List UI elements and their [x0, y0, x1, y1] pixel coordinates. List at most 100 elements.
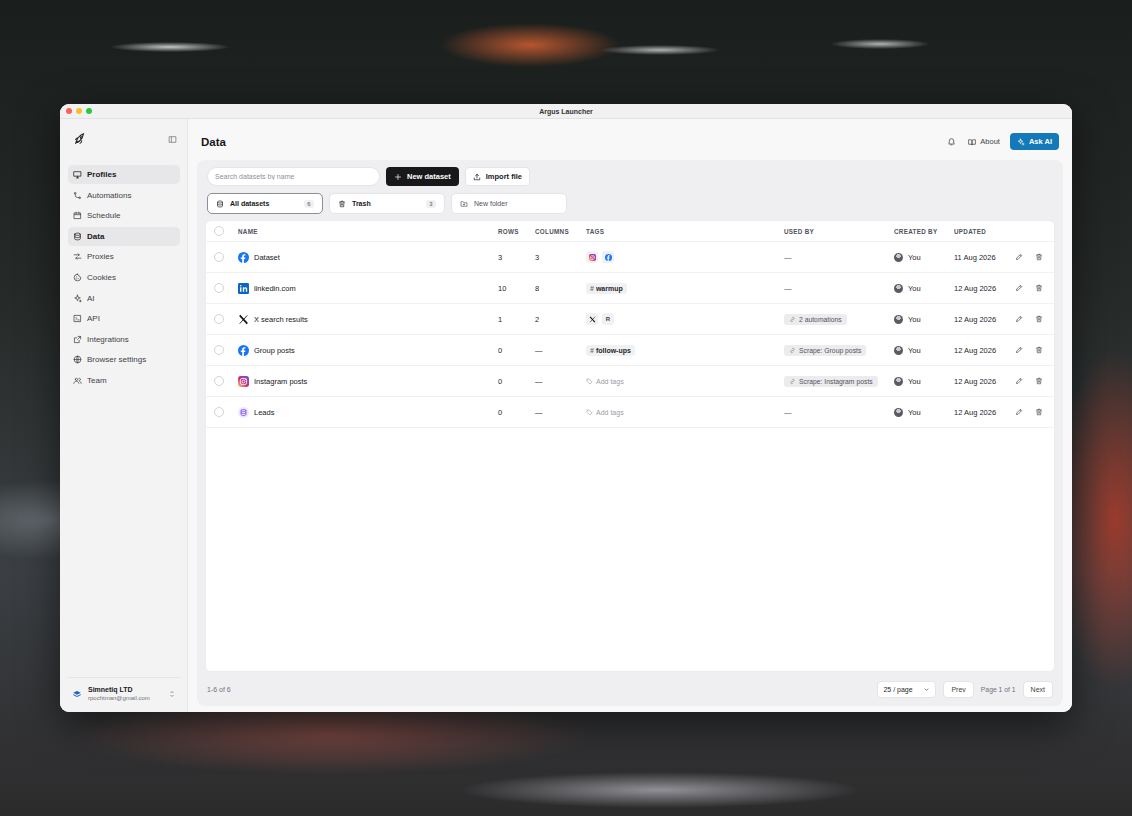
pencil-icon[interactable]	[1015, 377, 1023, 385]
used-by-pill[interactable]: Scrape: Instagram posts	[784, 376, 878, 387]
tag-badge[interactable]	[586, 313, 598, 325]
pencil-icon[interactable]	[1015, 408, 1023, 416]
trash-icon[interactable]	[1035, 408, 1043, 416]
row-checkbox[interactable]	[214, 252, 224, 262]
result-range: 1-6 of 6	[207, 686, 231, 693]
table-row[interactable]: X search results12R2 automationsYou12 Au…	[206, 304, 1054, 335]
account-name: Simnetiq LTD	[88, 686, 150, 694]
sidebar-item[interactable]: Automations	[68, 186, 180, 205]
trash-icon[interactable]	[1035, 284, 1043, 292]
about-button[interactable]: About	[968, 137, 1000, 146]
sidebar-item[interactable]: Browser settings	[68, 350, 180, 369]
sidebar-item[interactable]: AI	[68, 289, 180, 308]
sidebar-item[interactable]: Profiles	[68, 165, 180, 184]
sidebar-item[interactable]: Integrations	[68, 330, 180, 349]
ask-ai-button[interactable]: Ask AI	[1010, 133, 1059, 150]
dataset-name[interactable]: Dataset	[254, 253, 280, 262]
row-checkbox[interactable]	[214, 376, 224, 386]
per-page-select[interactable]: 25 / page	[877, 681, 936, 698]
updated-date: 12 Aug 2026	[947, 315, 1006, 324]
close-button[interactable]	[66, 108, 72, 114]
monitor-icon	[73, 170, 82, 179]
sidebar-collapse-icon[interactable]	[168, 135, 177, 144]
row-checkbox[interactable]	[214, 314, 224, 324]
pencil-icon[interactable]	[1015, 253, 1023, 261]
trash-icon[interactable]	[1035, 377, 1043, 385]
add-tags-button[interactable]: Add tags	[586, 378, 624, 385]
sidebar-item[interactable]: Proxies	[68, 247, 180, 266]
pencil-icon[interactable]	[1015, 346, 1023, 354]
facebook-icon	[238, 252, 249, 263]
new-dataset-button[interactable]: New dataset	[386, 167, 459, 186]
folder-tab[interactable]: All datasets6	[207, 193, 323, 214]
folder-plus-icon	[460, 200, 468, 208]
page-header: DataAboutAsk AI	[201, 133, 1059, 150]
used-by-pill[interactable]: 2 automations	[784, 314, 847, 325]
trash-icon[interactable]	[1035, 315, 1043, 323]
rocket-logo-icon[interactable]	[73, 132, 87, 146]
zoom-button[interactable]	[86, 108, 92, 114]
next-button[interactable]: Next	[1023, 681, 1053, 698]
link-icon	[789, 316, 796, 323]
chevron-up-down-icon	[168, 690, 176, 698]
prev-button[interactable]: Prev	[943, 681, 973, 698]
dataset-name[interactable]: Instagram posts	[254, 377, 307, 386]
sidebar-item[interactable]: Data	[68, 227, 180, 246]
tags-cell: Add tags	[579, 378, 777, 385]
toolbar: New dataset Import file	[205, 167, 1055, 186]
cookie-icon	[73, 273, 82, 282]
empty-value: —	[784, 408, 792, 417]
dataset-name[interactable]: Group posts	[254, 346, 295, 355]
minimize-button[interactable]	[76, 108, 82, 114]
tag-badge[interactable]	[602, 251, 614, 263]
add-tags-button[interactable]: Add tags	[586, 409, 624, 416]
tags-cell: Add tags	[579, 409, 777, 416]
folder-tab[interactable]: Trash3	[329, 193, 445, 214]
dataset-name[interactable]: Leads	[254, 408, 274, 417]
search-input[interactable]	[207, 167, 380, 186]
tag-chip[interactable]: #warmup	[586, 283, 627, 294]
updated-date: 12 Aug 2026	[947, 346, 1006, 355]
account-switcher[interactable]: Simnetiq LTDrpochtman@gmail.com	[68, 677, 180, 704]
database-icon	[216, 200, 224, 208]
datasets-panel: New dataset Import file All datasets6 Trash…	[197, 160, 1063, 706]
pencil-icon[interactable]	[1015, 315, 1023, 323]
import-file-button[interactable]: Import file	[465, 167, 530, 186]
column-header: UPDATED	[947, 228, 1006, 235]
tag-chip[interactable]: #follow-ups	[586, 345, 635, 356]
used-by-cell: —	[777, 284, 887, 293]
rows-count: 1	[491, 315, 528, 324]
column-header: NAME	[231, 228, 491, 235]
folder-tab[interactable]: New folder	[451, 193, 567, 214]
sidebar-item[interactable]: Schedule	[68, 206, 180, 225]
select-all-checkbox[interactable]	[214, 226, 224, 236]
table-row[interactable]: Dataset33—You11 Aug 2026	[206, 242, 1054, 273]
tag-badge[interactable]	[586, 251, 598, 263]
sidebar-item[interactable]: Cookies	[68, 268, 180, 287]
rows-count: 0	[491, 408, 528, 417]
table-row[interactable]: Leads0—Add tags—You12 Aug 2026	[206, 397, 1054, 428]
table-row[interactable]: linkedin.com108#warmup—You12 Aug 2026	[206, 273, 1054, 304]
column-header: ROWS	[491, 228, 528, 235]
trash-icon[interactable]	[1035, 346, 1043, 354]
linkedin-icon	[238, 283, 249, 294]
row-checkbox[interactable]	[214, 345, 224, 355]
used-by-cell: 2 automations	[777, 314, 887, 325]
column-header: COLUMNS	[528, 228, 579, 235]
sidebar-item[interactable]: Team	[68, 371, 180, 390]
created-by-cell: You	[887, 284, 947, 293]
dataset-name[interactable]: linkedin.com	[254, 284, 296, 293]
used-by-pill[interactable]: Scrape: Group posts	[784, 345, 866, 356]
row-checkbox[interactable]	[214, 407, 224, 417]
bell-icon[interactable]	[947, 137, 956, 146]
trash-icon[interactable]	[1035, 253, 1043, 261]
table-row[interactable]: Group posts0—#follow-upsScrape: Group po…	[206, 335, 1054, 366]
pencil-icon[interactable]	[1015, 284, 1023, 292]
dataset-name[interactable]: X search results	[254, 315, 308, 324]
columns-count: 8	[528, 284, 579, 293]
row-checkbox[interactable]	[214, 283, 224, 293]
tags-cell: #warmup	[579, 283, 777, 294]
tag-badge[interactable]: R	[602, 313, 614, 325]
table-row[interactable]: Instagram posts0—Add tagsScrape: Instagr…	[206, 366, 1054, 397]
sidebar-item[interactable]: API	[68, 309, 180, 328]
